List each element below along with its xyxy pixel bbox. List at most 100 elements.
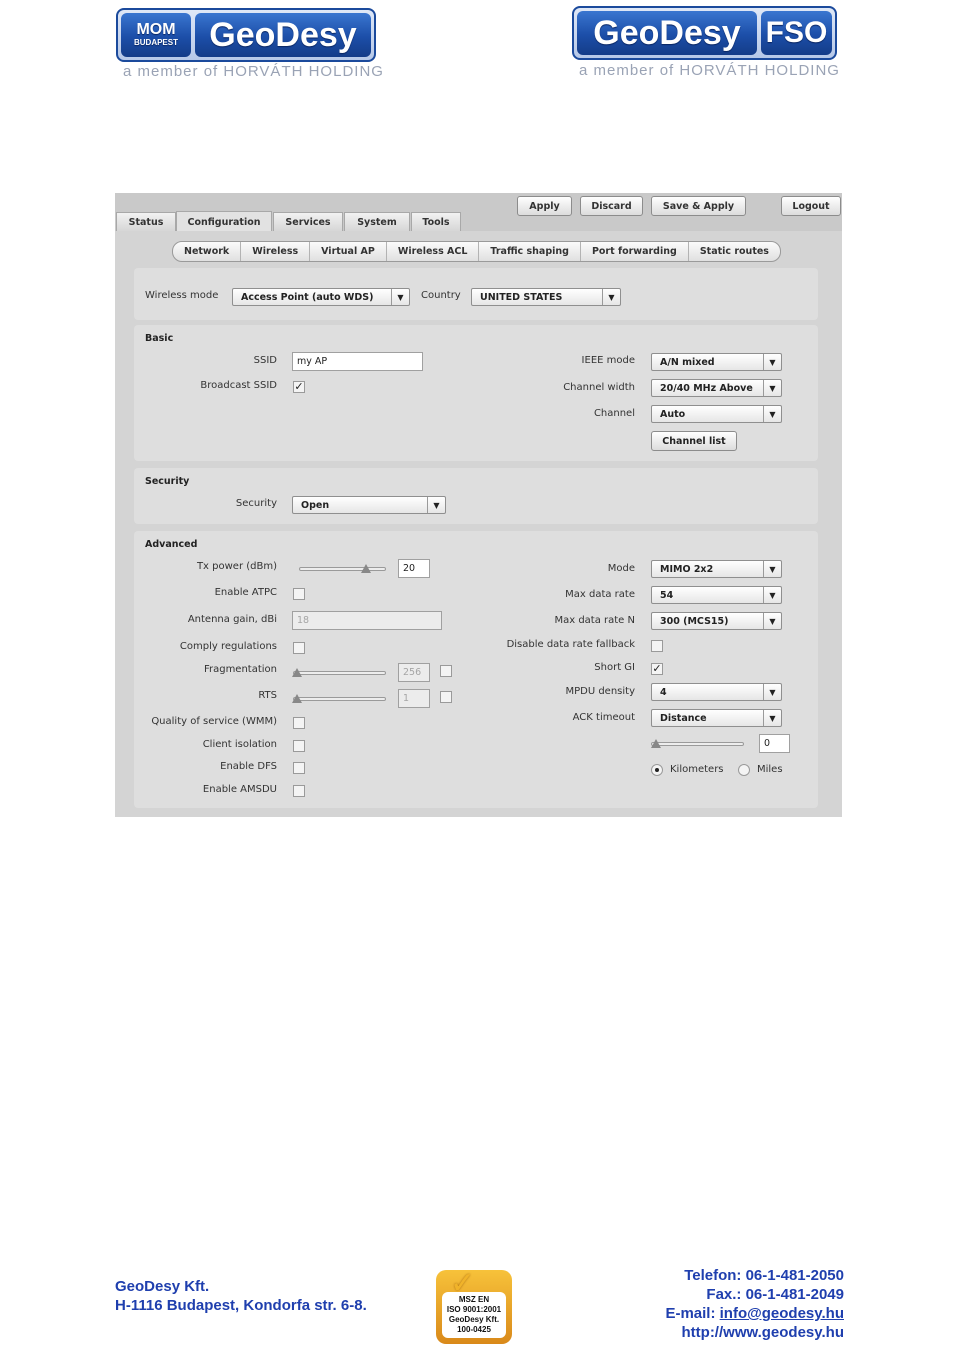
chevron-down-icon: ▼ — [763, 561, 781, 577]
tx-power-input[interactable]: 20 — [398, 559, 430, 578]
ieee-mode-label: IEEE mode — [581, 355, 635, 366]
mpdu-density-select[interactable]: 4 ▼ — [651, 683, 782, 701]
rts-checkbox[interactable] — [440, 691, 452, 703]
client-isolation-label: Client isolation — [202, 739, 277, 750]
left-brand: GeoDesy — [195, 13, 371, 57]
channel-value: Auto — [660, 408, 686, 420]
distance-slider-thumb[interactable] — [651, 739, 661, 748]
channel-width-select[interactable]: 20/40 MHz Above ▼ — [651, 379, 782, 397]
ack-timeout-value: Distance — [660, 712, 707, 724]
chevron-down-icon: ▼ — [763, 613, 781, 629]
security-title: Security — [145, 476, 190, 487]
company-name: GeoDesy Kft. — [115, 1278, 210, 1295]
security-label: Security — [235, 498, 277, 509]
cert-line-1: MSZ EN — [458, 1295, 490, 1304]
distance-slider[interactable] — [651, 742, 744, 746]
enable-atpc-checkbox[interactable] — [293, 588, 305, 600]
security-section: Security Security Open ▼ — [134, 468, 818, 524]
fragmentation-checkbox[interactable] — [440, 665, 452, 677]
max-data-rate-n-value: 300 (MCS15) — [660, 615, 729, 627]
rts-slider-thumb[interactable] — [292, 694, 302, 703]
rts-label: RTS — [258, 690, 277, 701]
kilometers-radio[interactable] — [651, 764, 663, 776]
advanced-title: Advanced — [145, 539, 198, 550]
mom-badge: MOM BUDAPEST — [121, 13, 191, 57]
ack-timeout-select[interactable]: Distance ▼ — [651, 709, 782, 727]
email-link[interactable]: info@geodesy.hu — [720, 1305, 844, 1322]
miles-radio[interactable] — [738, 764, 750, 776]
channel-list-button[interactable]: Channel list — [651, 431, 737, 451]
mom-badge-bottom: BUDAPEST — [133, 38, 178, 47]
short-gi-checkbox[interactable]: ✓ — [651, 663, 663, 675]
ssid-input[interactable]: my AP — [292, 352, 423, 371]
max-data-rate-label: Max data rate — [565, 589, 635, 600]
apply-button[interactable]: Apply — [517, 196, 572, 216]
company-address: H-1116 Budapest, Kondorfa str. 6-8. — [115, 1297, 367, 1314]
mode-label: Mode — [607, 563, 635, 574]
ieee-mode-select[interactable]: A/N mixed ▼ — [651, 353, 782, 371]
max-data-rate-n-label: Max data rate N — [554, 615, 635, 626]
tab-services[interactable]: Services — [273, 212, 343, 231]
logout-button[interactable]: Logout — [781, 196, 841, 216]
subtab-static-routes[interactable]: Static routes — [689, 242, 780, 261]
broadcast-ssid-checkbox[interactable]: ✓ — [293, 381, 305, 393]
subtab-traffic-shaping[interactable]: Traffic shaping — [479, 242, 581, 261]
fragmentation-label: Fragmentation — [203, 664, 277, 675]
left-logo-subtitle: a member of HORVÁTH HOLDING — [123, 63, 384, 80]
broadcast-ssid-label: Broadcast SSID — [200, 380, 277, 391]
fragmentation-slider-thumb[interactable] — [292, 668, 302, 677]
country-select[interactable]: UNITED STATES ▼ — [471, 288, 621, 306]
website-url[interactable]: http://www.geodesy.hu — [682, 1324, 845, 1341]
mpdu-density-value: 4 — [660, 686, 667, 698]
channel-select[interactable]: Auto ▼ — [651, 405, 782, 423]
comply-regulations-checkbox[interactable] — [293, 642, 305, 654]
disable-fallback-checkbox[interactable] — [651, 640, 663, 652]
basic-section: Basic SSID my AP Broadcast SSID ✓ IEEE m… — [134, 325, 818, 461]
cert-line-2: ISO 9001:2001 — [446, 1305, 502, 1314]
discard-button[interactable]: Discard — [580, 196, 643, 216]
miles-label: Miles — [757, 764, 783, 775]
subtab-network[interactable]: Network — [173, 242, 242, 261]
subtab-wireless-acl[interactable]: Wireless ACL — [387, 242, 480, 261]
tab-system[interactable]: System — [344, 212, 410, 231]
security-select[interactable]: Open ▼ — [292, 496, 446, 514]
qos-wmm-checkbox[interactable] — [293, 717, 305, 729]
tab-tools[interactable]: Tools — [411, 212, 461, 231]
tab-status[interactable]: Status — [116, 212, 176, 231]
enable-amsdu-checkbox[interactable] — [293, 785, 305, 797]
right-brand: GeoDesy — [577, 11, 757, 55]
chevron-down-icon: ▼ — [391, 289, 409, 305]
save-apply-button[interactable]: Save & Apply — [651, 196, 746, 216]
max-data-rate-value: 54 — [660, 589, 674, 601]
rts-slider[interactable] — [293, 697, 386, 701]
tab-configuration[interactable]: Configuration — [176, 211, 272, 232]
tx-power-slider[interactable] — [299, 567, 386, 571]
antenna-gain-input[interactable]: 18 — [292, 611, 442, 630]
tx-power-slider-thumb[interactable] — [361, 564, 371, 573]
iso-cert-seal: ✓ MSZ EN ISO 9001:2001 GeoDesy Kft. 100-… — [436, 1266, 512, 1344]
channel-width-label: Channel width — [563, 382, 635, 393]
mode-select[interactable]: MIMO 2x2 ▼ — [651, 560, 782, 578]
fragmentation-slider[interactable] — [293, 671, 386, 675]
mpdu-density-label: MPDU density — [565, 686, 635, 697]
wireless-mode-select[interactable]: Access Point (auto WDS) ▼ — [232, 288, 410, 306]
fragmentation-input[interactable]: 256 — [398, 663, 430, 682]
rts-input[interactable]: 1 — [398, 689, 430, 708]
email-label: E-mail: — [665, 1305, 720, 1322]
chevron-down-icon: ▼ — [763, 587, 781, 603]
enable-dfs-checkbox[interactable] — [293, 762, 305, 774]
subtab-virtual-ap[interactable]: Virtual AP — [310, 242, 387, 261]
client-isolation-checkbox[interactable] — [293, 740, 305, 752]
cert-line-4: 100-0425 — [457, 1325, 491, 1334]
max-data-rate-n-select[interactable]: 300 (MCS15) ▼ — [651, 612, 782, 630]
subtab-port-forwarding[interactable]: Port forwarding — [581, 242, 689, 261]
config-content: Network Wireless Virtual AP Wireless ACL… — [115, 231, 842, 817]
max-data-rate-select[interactable]: 54 ▼ — [651, 586, 782, 604]
left-logo: MOM BUDAPEST GeoDesy — [116, 8, 376, 62]
subtab-wireless[interactable]: Wireless — [241, 242, 311, 261]
chevron-down-icon: ▼ — [602, 289, 620, 305]
chevron-down-icon: ▼ — [427, 497, 445, 513]
ieee-mode-value: A/N mixed — [660, 356, 715, 368]
distance-input[interactable]: 0 — [759, 734, 790, 753]
chevron-down-icon: ▼ — [763, 354, 781, 370]
